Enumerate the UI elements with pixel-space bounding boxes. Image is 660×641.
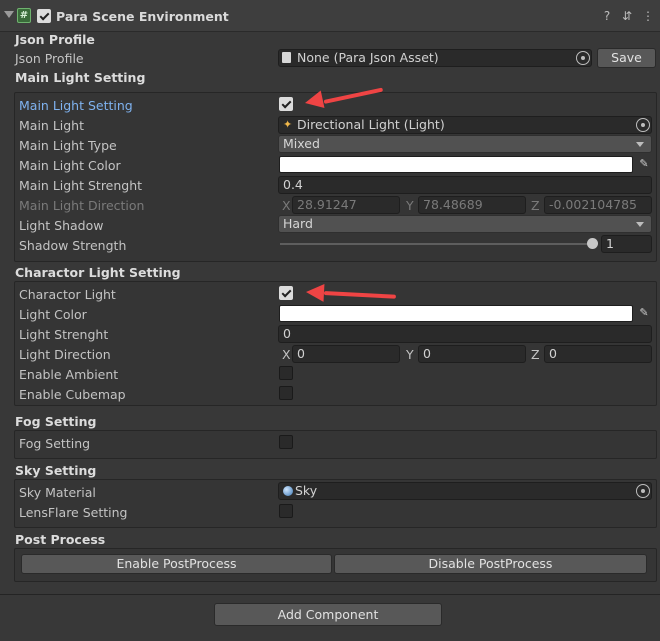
material-icon — [283, 486, 293, 496]
light-strength-field[interactable]: 0 — [278, 325, 652, 343]
main-light-dir-z-field[interactable]: -0.002104785 — [544, 196, 652, 214]
fog-setting-checkbox[interactable] — [279, 435, 293, 449]
light-shadow-label: Light Shadow — [19, 218, 104, 233]
main-light-color-label: Main Light Color — [19, 158, 121, 173]
main-light-field[interactable]: Directional Light (Light) — [278, 116, 652, 134]
enable-cubemap-checkbox[interactable] — [279, 386, 293, 400]
shadow-strength-field[interactable]: 1 — [601, 235, 652, 253]
dir-y-axis-label: Y — [406, 198, 414, 213]
main-light-type-label: Main Light Type — [19, 138, 117, 153]
annotation-arrow-icon — [303, 90, 325, 112]
dir-x-axis-label: X — [282, 347, 291, 362]
sky-material-field[interactable]: Sky — [278, 482, 652, 500]
section-title-sky: Sky Setting — [15, 463, 97, 478]
json-profile-field[interactable]: None (Para Json Asset) — [278, 49, 592, 67]
preset-icon[interactable]: ⇵ — [620, 9, 634, 23]
main-light-type-dropdown[interactable]: Mixed — [278, 135, 652, 153]
main-light-setting-checkbox[interactable] — [279, 97, 293, 111]
light-direction-label: Light Direction — [19, 347, 111, 362]
eyedropper-icon[interactable]: ✎ — [636, 156, 652, 172]
sky-material-value: Sky — [295, 483, 318, 498]
component-separator — [0, 594, 660, 595]
enable-postprocess-button[interactable]: Enable PostProcess — [21, 554, 332, 574]
section-title-main-light: Main Light Setting — [15, 70, 146, 85]
sky-material-label: Sky Material — [19, 485, 96, 500]
add-component-button[interactable]: Add Component — [214, 603, 442, 626]
fog-box — [14, 430, 657, 459]
lensflare-setting-checkbox[interactable] — [279, 504, 293, 518]
light-icon: ✦ — [283, 118, 293, 131]
component-enabled-checkbox[interactable] — [37, 9, 51, 23]
charactor-light-checkbox[interactable] — [279, 286, 293, 300]
fog-setting-label: Fog Setting — [19, 436, 91, 451]
main-light-value: Directional Light (Light) — [297, 117, 445, 132]
shadow-strength-slider-handle[interactable] — [587, 238, 598, 249]
eyedropper-icon[interactable]: ✎ — [636, 305, 652, 321]
disable-postprocess-button[interactable]: Disable PostProcess — [334, 554, 647, 574]
light-shadow-dropdown[interactable]: Hard — [278, 215, 652, 233]
fold-arrow-icon[interactable] — [4, 11, 14, 18]
light-dir-y-field[interactable]: 0 — [418, 345, 526, 363]
shadow-strength-slider-track[interactable] — [280, 243, 592, 245]
charactor-light-label: Charactor Light — [19, 287, 116, 302]
shadow-strength-label: Shadow Strength — [19, 238, 127, 253]
main-light-strength-label: Main Light Strenght — [19, 178, 143, 193]
annotation-arrow-icon — [305, 283, 325, 302]
enable-ambient-checkbox[interactable] — [279, 366, 293, 380]
main-light-strength-field[interactable]: 0.4 — [278, 176, 652, 194]
dir-z-axis-label: Z — [531, 347, 540, 362]
json-profile-label: Json Profile — [15, 51, 84, 66]
main-light-dir-y-field[interactable]: 78.48689 — [418, 196, 526, 214]
section-title-fog: Fog Setting — [15, 414, 97, 429]
main-light-direction-label: Main Light Direction — [19, 198, 145, 213]
dir-z-axis-label: Z — [531, 198, 540, 213]
main-light-picker-icon[interactable] — [636, 118, 650, 132]
section-title-post-process: Post Process — [15, 532, 106, 547]
more-vert-icon[interactable]: ⋮ — [641, 9, 655, 23]
main-light-color-field[interactable] — [279, 156, 633, 173]
light-color-field[interactable] — [279, 305, 633, 322]
save-button[interactable]: Save — [597, 48, 656, 68]
dir-x-axis-label: X — [282, 198, 291, 213]
object-picker-icon[interactable] — [576, 51, 590, 65]
main-light-setting-label: Main Light Setting — [19, 98, 133, 113]
main-light-dir-x-field[interactable]: 28.91247 — [292, 196, 400, 214]
sky-material-picker-icon[interactable] — [636, 484, 650, 498]
main-light-label: Main Light — [19, 118, 85, 133]
component-title: Para Scene Environment — [56, 9, 229, 24]
light-strength-label: Light Strenght — [19, 327, 109, 342]
help-icon[interactable]: ? — [600, 9, 614, 23]
dir-y-axis-label: Y — [406, 347, 414, 362]
file-icon — [282, 52, 291, 63]
json-profile-value: None (Para Json Asset) — [297, 50, 439, 65]
enable-ambient-label: Enable Ambient — [19, 367, 119, 382]
section-title-charactor-light: Charactor Light Setting — [15, 265, 181, 280]
lensflare-setting-label: LensFlare Setting — [19, 505, 128, 520]
light-color-label: Light Color — [19, 307, 87, 322]
section-title-json-profile: Json Profile — [15, 32, 95, 47]
enable-cubemap-label: Enable Cubemap — [19, 387, 126, 402]
light-dir-x-field[interactable]: 0 — [292, 345, 400, 363]
script-icon: # — [17, 8, 31, 23]
light-dir-z-field[interactable]: 0 — [544, 345, 652, 363]
